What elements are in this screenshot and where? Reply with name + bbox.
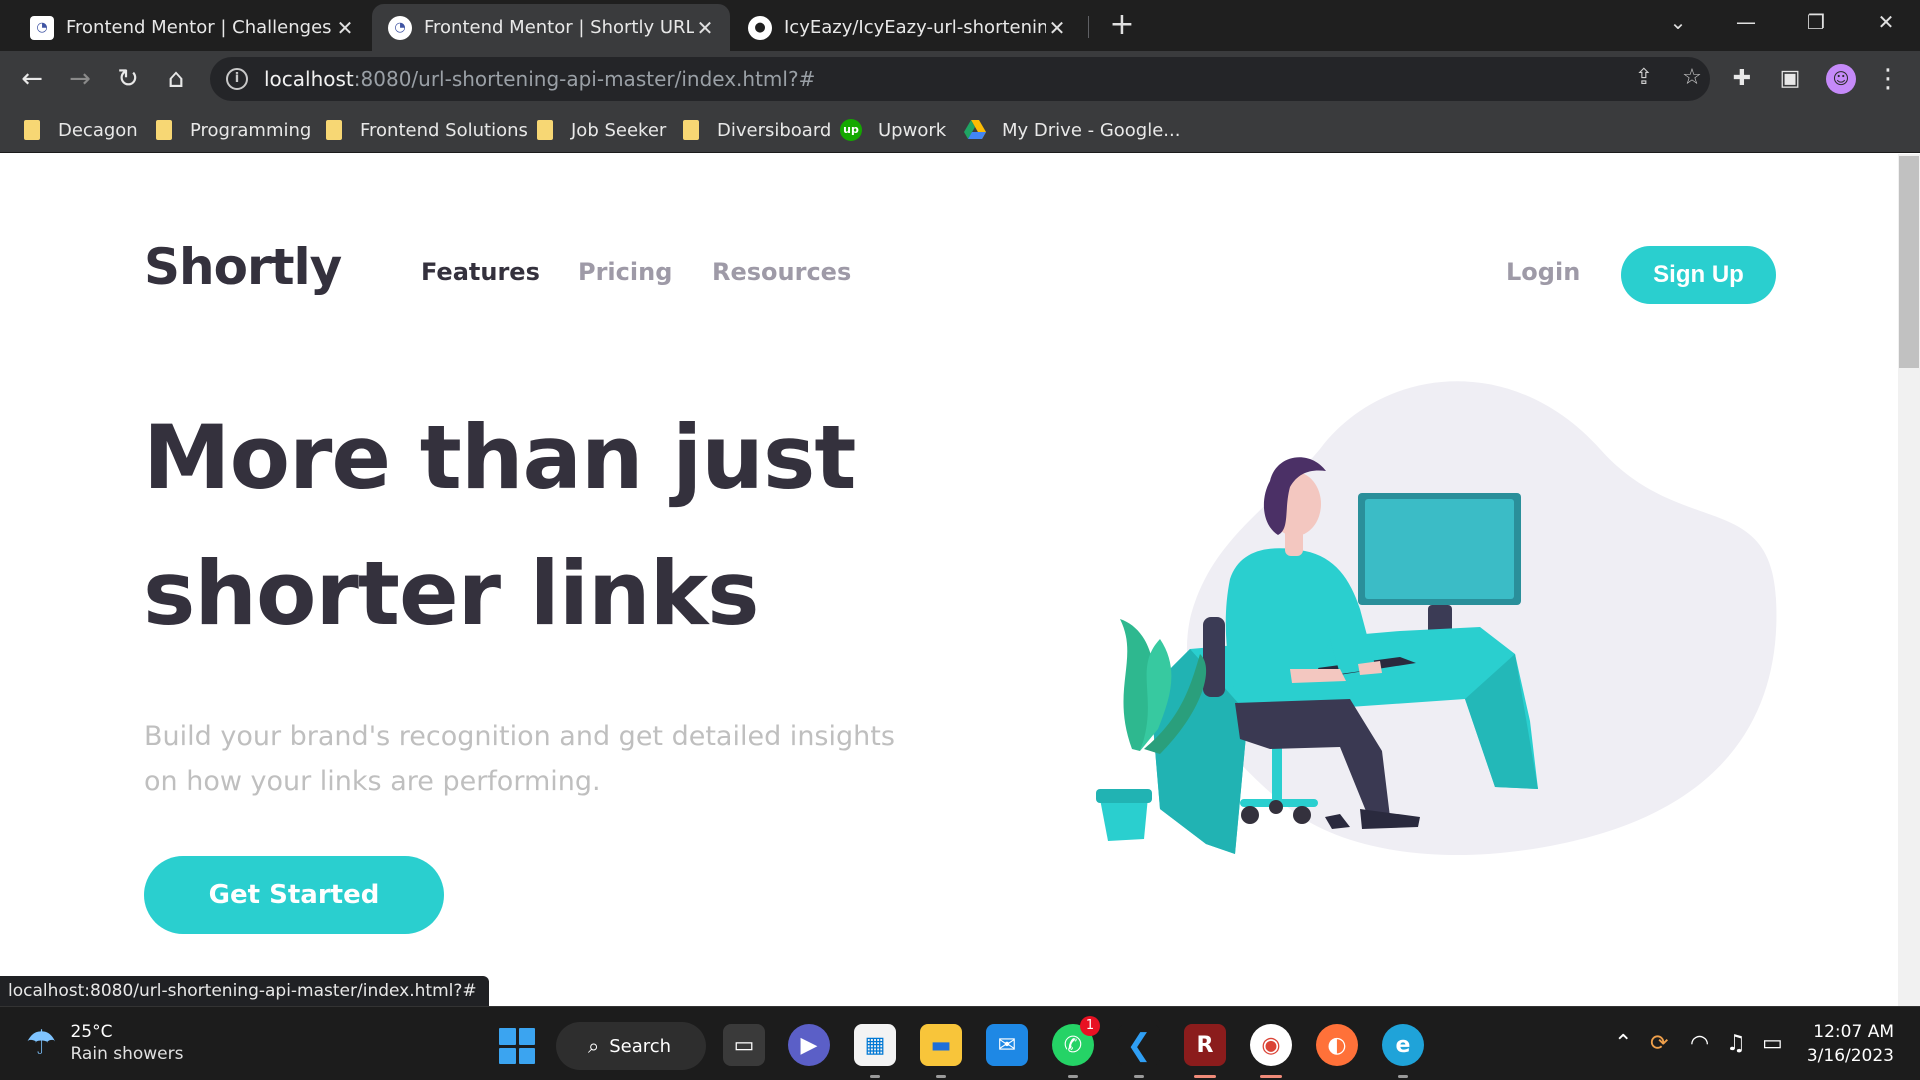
address-bar[interactable]: i localhost:8080/url-shortening-api-mast…: [210, 57, 1710, 101]
upwork-icon: up: [840, 119, 862, 141]
rstudio-icon[interactable]: R: [1184, 1024, 1226, 1078]
chrome-icon[interactable]: ◉: [1250, 1024, 1292, 1078]
clock-date: 3/16/2023: [1806, 1046, 1894, 1066]
star-bookmark-icon[interactable]: ☆: [1678, 65, 1706, 90]
taskbar-search-label: Search: [609, 1035, 672, 1057]
tab-title: Frontend Mentor | Shortly URL sh: [424, 17, 694, 38]
site-info-icon[interactable]: i: [226, 68, 248, 90]
frontend-mentor-favicon-icon: ◔: [388, 15, 412, 40]
whatsapp-icon[interactable]: ✆ 1: [1052, 1016, 1100, 1078]
folder-icon: [683, 120, 699, 140]
bookmarks-bar: Decagon Programming Frontend Solutions J…: [0, 107, 1920, 153]
tab-title: IcyEazy/IcyEazy-url-shortening-ap: [784, 17, 1046, 38]
tab-frontend-mentor-challenges[interactable]: ◔ Frontend Mentor | Challenges ✕: [14, 4, 370, 51]
sign-up-button[interactable]: Sign Up: [1621, 246, 1776, 304]
vscode-icon[interactable]: ❮: [1118, 1024, 1160, 1078]
microsoft-store-icon[interactable]: ▦: [854, 1024, 896, 1078]
sync-icon[interactable]: ⟳: [1650, 1031, 1668, 1056]
window-close-icon[interactable]: ✕: [1856, 6, 1916, 38]
github-icon: ●: [748, 15, 772, 40]
weather-widget[interactable]: ☂ 25°C Rain showers: [26, 1021, 183, 1065]
forward-arrow-icon[interactable]: →: [64, 63, 96, 95]
system-clock[interactable]: 12:07 AM 3/16/2023: [1802, 1020, 1894, 1068]
battery-icon[interactable]: ▭: [1762, 1031, 1783, 1056]
nav-pricing[interactable]: Pricing: [578, 258, 672, 286]
browser-tab-strip: ◔ Frontend Mentor | Challenges ✕ ◔ Front…: [0, 0, 1920, 51]
bookmark-diversiboard[interactable]: Diversiboard: [683, 117, 831, 143]
bookmark-frontend-solutions[interactable]: Frontend Solutions: [326, 117, 528, 143]
minimize-icon[interactable]: —: [1716, 6, 1776, 38]
show-hidden-icons-chevron-icon[interactable]: ⌃: [1614, 1031, 1632, 1056]
bookmark-programming[interactable]: Programming: [156, 117, 311, 143]
tab-divider: [1088, 16, 1089, 38]
hero-title: More than just shorter links: [143, 406, 856, 645]
search-icon: ⌕: [588, 1034, 600, 1058]
tab-title: Frontend Mentor | Challenges: [66, 17, 332, 38]
nav-resources[interactable]: Resources: [712, 258, 851, 286]
task-view-icon[interactable]: ▭: [723, 1024, 765, 1066]
weather-temperature: 25°C: [70, 1022, 113, 1042]
close-icon[interactable]: ✕: [334, 16, 356, 40]
wifi-icon[interactable]: ◠: [1690, 1031, 1709, 1056]
notification-badge: 1: [1080, 1016, 1100, 1036]
windows-taskbar: ☂ 25°C Rain showers ⌕ Search ▭ ▶ ▦ ▬ ✉ ✆…: [0, 1006, 1920, 1080]
tab-shortly-url[interactable]: ◔ Frontend Mentor | Shortly URL sh ✕: [372, 4, 730, 51]
folder-icon: [326, 120, 342, 140]
extensions-puzzle-icon[interactable]: ✚: [1726, 63, 1758, 95]
hero-illustration-working: [1096, 381, 1777, 856]
weather-description: Rain showers: [70, 1044, 184, 1064]
tab-github-repo[interactable]: ● IcyEazy/IcyEazy-url-shortening-ap ✕: [732, 4, 1082, 51]
browser-toolbar: ← → ↻ ⌂ i localhost:8080/url-shortening-…: [0, 51, 1920, 107]
bookmark-upwork[interactable]: up Upwork: [840, 117, 946, 143]
reload-icon[interactable]: ↻: [112, 63, 144, 95]
folder-icon: [537, 120, 553, 140]
new-tab-button[interactable]: +: [1108, 8, 1136, 42]
hero-subtitle: Build your brand's recognition and get d…: [144, 721, 895, 797]
folder-icon: [24, 120, 40, 140]
google-drive-icon: [964, 120, 986, 139]
page-scrollbar[interactable]: [1898, 154, 1920, 1006]
close-icon[interactable]: ✕: [694, 16, 716, 40]
taskbar-search-button[interactable]: ⌕ Search: [556, 1022, 706, 1070]
close-icon[interactable]: ✕: [1046, 16, 1068, 40]
bookmark-decagon[interactable]: Decagon: [24, 117, 138, 143]
folder-icon: [156, 120, 172, 140]
windows-start-icon[interactable]: [499, 1028, 535, 1064]
home-icon[interactable]: ⌂: [160, 63, 192, 95]
get-started-button[interactable]: Get Started: [144, 856, 444, 934]
restore-icon[interactable]: ❐: [1786, 6, 1846, 38]
web-page: Shortly Features Pricing Resources Login…: [0, 154, 1920, 1006]
teams-chat-icon[interactable]: ▶: [788, 1024, 830, 1066]
volume-icon[interactable]: ♫: [1726, 1031, 1746, 1056]
address-url[interactable]: localhost:8080/url-shortening-api-master…: [264, 67, 815, 91]
clock-time: 12:07 AM: [1813, 1022, 1894, 1042]
profile-avatar[interactable]: ☺: [1826, 64, 1856, 94]
nav-features[interactable]: Features: [421, 258, 540, 286]
bookmark-job-seeker[interactable]: Job Seeker: [537, 117, 666, 143]
mail-icon[interactable]: ✉: [986, 1024, 1028, 1066]
bookmark-my-drive[interactable]: My Drive - Google...: [964, 117, 1180, 143]
login-link[interactable]: Login: [1506, 258, 1580, 286]
edge-icon[interactable]: e: [1382, 1024, 1424, 1078]
rain-umbrella-icon: ☂: [26, 1023, 57, 1063]
side-panel-icon[interactable]: ▣: [1774, 63, 1806, 95]
site-logo[interactable]: Shortly: [144, 238, 342, 296]
back-arrow-icon[interactable]: ←: [16, 63, 48, 95]
link-status-bubble: localhost:8080/url-shortening-api-master…: [0, 976, 489, 1006]
menu-kebab-icon[interactable]: ⋮: [1872, 63, 1904, 95]
frontend-mentor-favicon-icon: ◔: [30, 15, 54, 40]
scrollbar-thumb[interactable]: [1899, 156, 1919, 368]
file-explorer-icon[interactable]: ▬: [920, 1024, 962, 1078]
firefox-icon[interactable]: ◐: [1316, 1024, 1358, 1066]
tab-search-chevron-icon[interactable]: ⌄: [1648, 6, 1708, 38]
share-icon[interactable]: ⇪: [1630, 65, 1658, 90]
